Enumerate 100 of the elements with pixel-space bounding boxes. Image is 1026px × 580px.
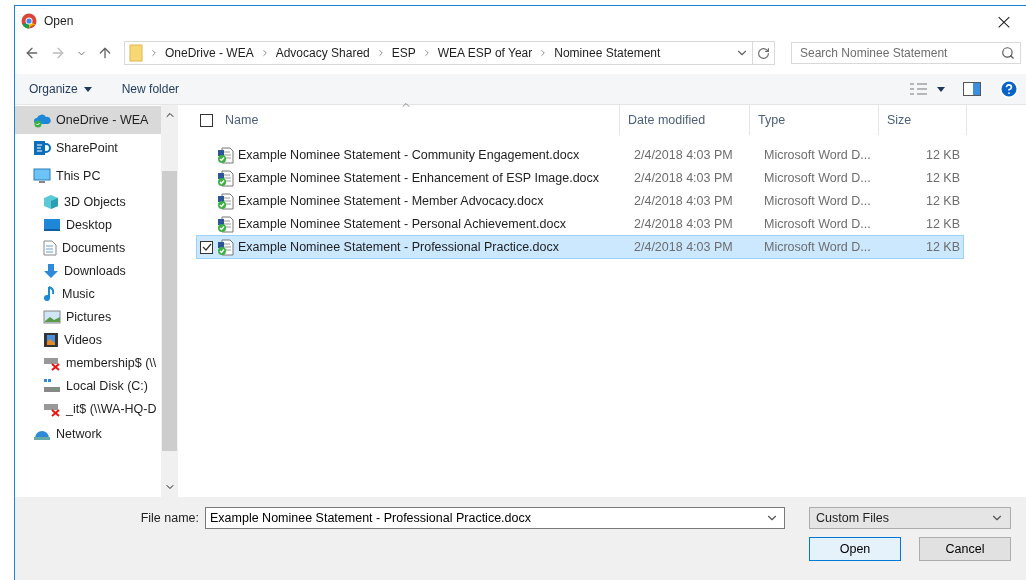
- table-cell-text: 12 KB: [924, 171, 961, 185]
- window-title: Open: [44, 14, 75, 28]
- table-cell-text: Microsoft Word D...: [763, 240, 872, 254]
- separator-icon: [149, 48, 159, 58]
- column-header[interactable]: Date modified: [620, 105, 750, 135]
- sidebar-label: Desktop: [66, 217, 112, 232]
- preview-pane-icon[interactable]: [963, 82, 981, 96]
- file-row[interactable]: Example Nominee Statement - Personal Achievement.docx 2/4/2018 4:03 PM Microsoft Word D... 12 KB: [197, 213, 963, 235]
- file-name: Example Nominee Statement - Enhancement of ESP Image.docx: [238, 171, 600, 185]
- film-icon: [43, 331, 59, 348]
- sidebar-label: Local Disk (C:): [66, 378, 148, 393]
- computer-icon: [33, 168, 51, 184]
- download-arrow-icon: [43, 262, 59, 279]
- picture-icon: [43, 309, 61, 324]
- table-cell-text: 2/4/2018 4:03 PM: [633, 148, 734, 162]
- help-icon[interactable]: [999, 79, 1019, 99]
- table-cell-text: 2/4/2018 4:03 PM: [633, 217, 734, 231]
- table-cell-text: Microsoft Word D...: [763, 217, 872, 231]
- sidebar-item[interactable]: SharePoint: [15, 134, 161, 162]
- search-icon: [1001, 46, 1015, 60]
- column-header[interactable]: Size: [879, 105, 967, 135]
- address-bar[interactable]: OneDrive - WEA Advocacy Shared ESP WEA ESP of Year Nominee Statement: [124, 41, 775, 65]
- breadcrumb[interactable]: ESP: [391, 46, 416, 60]
- file-row[interactable]: Example Nominee Statement - Community Engagement.docx 2/4/2018 4:03 PM Microsoft Word D... 12 KB: [197, 144, 963, 166]
- sidebar-item[interactable]: OneDrive - WEA: [15, 106, 161, 134]
- music-note-icon: [43, 285, 57, 302]
- breadcrumb[interactable]: Advocacy Shared: [275, 46, 370, 60]
- table-cell-text: 12 KB: [924, 194, 961, 208]
- file-name-field[interactable]: Example Nominee Statement - Professional Practice.docx: [205, 507, 785, 529]
- table-cell-text: Microsoft Word D...: [763, 171, 872, 185]
- sidebar-item[interactable]: Downloads: [15, 259, 161, 282]
- caret-icon: [83, 86, 92, 92]
- file-row[interactable]: Example Nominee Statement - Professional Practice.docx 2/4/2018 4:03 PM Microsoft Word D... 12 KB: [197, 236, 963, 258]
- sidebar-label: Network: [56, 427, 102, 441]
- name-column-header[interactable]: Name: [192, 105, 620, 135]
- cancel-button[interactable]: Cancel: [919, 537, 1011, 561]
- sidebar-label: _it$ (\\WA-HQ-D: [66, 401, 157, 416]
- sidebar-item[interactable]: 3D Objects: [15, 190, 161, 213]
- table-cell-text: 12 KB: [924, 148, 961, 162]
- file-name: Example Nominee Statement - Member Advocacy.docx: [238, 194, 544, 208]
- table-cell-text: Microsoft Word D...: [763, 148, 872, 162]
- sidebar-label: Pictures: [66, 309, 112, 324]
- file-name: Example Nominee Statement - Personal Achievement.docx: [238, 217, 566, 231]
- document-icon: [43, 239, 57, 256]
- column-header[interactable]: Type: [750, 105, 879, 135]
- word-document-icon: [217, 238, 234, 256]
- table-cell-text: 2/4/2018 4:03 PM: [633, 171, 734, 185]
- sidebar-label: OneDrive - WEA: [56, 113, 149, 127]
- hard-drive-icon: [43, 377, 61, 394]
- sharepoint-icon: [33, 140, 51, 156]
- file-row[interactable]: Example Nominee Statement - Enhancement of ESP Image.docx 2/4/2018 4:03 PM Microsoft Word D... 12 KB: [197, 167, 963, 189]
- word-document-icon: [217, 146, 234, 164]
- file-name: Example Nominee Statement - Community Engagement.docx: [238, 148, 580, 162]
- sidebar-label: membership$ (\\: [66, 355, 157, 370]
- sidebar-label: 3D Objects: [64, 194, 126, 209]
- file-row[interactable]: Example Nominee Statement - Member Advocacy.docx 2/4/2018 4:03 PM Microsoft Word D... 12 KB: [197, 190, 963, 212]
- sidebar-item[interactable]: Network: [15, 420, 161, 448]
- search-field[interactable]: Search Nominee Statement: [791, 42, 1021, 64]
- word-document-icon: [217, 215, 234, 233]
- table-cell-text: 2/4/2018 4:03 PM: [633, 240, 734, 254]
- sidebar-label: This PC: [56, 169, 101, 183]
- refresh-icon: [757, 46, 770, 60]
- sidebar-item[interactable]: Pictures: [15, 305, 161, 328]
- table-cell-text: 12 KB: [924, 240, 961, 254]
- table-cell-text: 2/4/2018 4:03 PM: [633, 194, 734, 208]
- breadcrumb[interactable]: Nominee Statement: [554, 46, 661, 60]
- select-all-checkbox[interactable]: [200, 113, 213, 127]
- file-name-label: File name:: [140, 511, 199, 525]
- sidebar-item[interactable]: Local Disk (C:): [15, 374, 161, 397]
- cloud-icon: [33, 112, 51, 128]
- table-cell-text: Microsoft Word D...: [763, 194, 872, 208]
- organize-button[interactable]: Organize: [29, 82, 92, 96]
- sidebar-label: Videos: [64, 332, 102, 347]
- sidebar-item[interactable]: membership$ (\\: [15, 351, 161, 374]
- breadcrumb[interactable]: WEA ESP of Year: [437, 46, 533, 60]
- sidebar-label: Downloads: [64, 263, 126, 278]
- word-document-icon: [217, 192, 234, 210]
- close-button[interactable]: ×: [989, 8, 1019, 34]
- sidebar-item[interactable]: This PC: [15, 162, 161, 190]
- sidebar-label: Documents: [62, 240, 126, 255]
- sidebar-item[interactable]: Music: [15, 282, 161, 305]
- breadcrumb[interactable]: OneDrive - WEA: [165, 46, 254, 60]
- table-cell-text: 12 KB: [924, 217, 961, 231]
- sidebar-item[interactable]: Videos: [15, 328, 161, 351]
- view-options-icon[interactable]: [909, 82, 945, 96]
- sidebar-item[interactable]: _it$ (\\WA-HQ-D: [15, 397, 161, 420]
- sidebar-label: Music: [62, 286, 95, 301]
- new-folder-button[interactable]: New folder: [121, 82, 180, 96]
- sidebar-item[interactable]: Desktop: [15, 213, 161, 236]
- word-document-icon: [217, 169, 234, 187]
- browser-logo-icon: [21, 13, 37, 29]
- sidebar-item[interactable]: Documents: [15, 236, 161, 259]
- file-type-dropdown[interactable]: Custom Files: [809, 507, 1011, 529]
- sidebar-label: SharePoint: [56, 141, 118, 155]
- folder-icon: [129, 44, 143, 62]
- cube-icon: [43, 193, 59, 210]
- open-button[interactable]: Open: [809, 537, 901, 561]
- desktop-icon: [43, 217, 61, 232]
- file-name: Example Nominee Statement - Professional Practice.docx: [238, 240, 559, 254]
- row-checkbox[interactable]: [200, 240, 213, 254]
